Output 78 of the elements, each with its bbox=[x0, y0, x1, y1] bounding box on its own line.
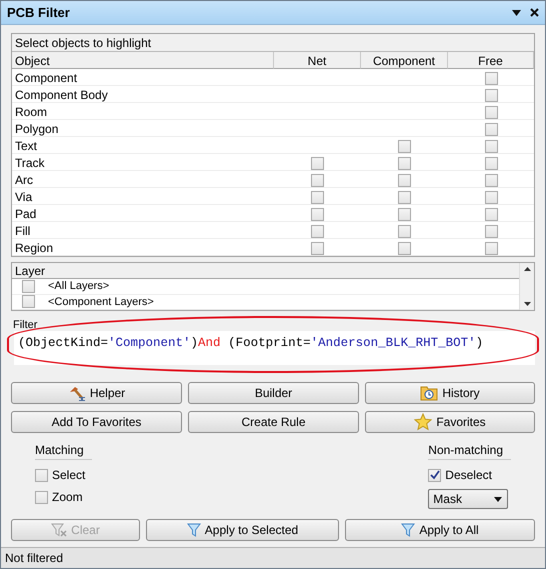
scroll-up-icon[interactable] bbox=[524, 267, 530, 271]
column-header: Object bbox=[12, 52, 274, 69]
panel-button[interactable]: Helper bbox=[11, 382, 182, 404]
column-header: Free bbox=[448, 52, 534, 69]
window-title: PCB Filter bbox=[7, 5, 71, 20]
object-name: Component Body bbox=[14, 87, 109, 104]
object-name: Room bbox=[14, 104, 48, 121]
caret-icon bbox=[494, 496, 502, 502]
object-name: Track bbox=[14, 155, 46, 172]
checkbox[interactable] bbox=[22, 280, 35, 293]
object-name: Fill bbox=[14, 223, 32, 240]
scrollbar[interactable] bbox=[519, 263, 534, 310]
option-label: Deselect bbox=[445, 468, 492, 482]
panel-button[interactable]: Add To Favorites bbox=[11, 411, 182, 433]
checkbox[interactable] bbox=[398, 208, 411, 220]
checkbox[interactable] bbox=[484, 122, 498, 136]
layer-name: <All Layers> bbox=[48, 280, 110, 292]
checkbox[interactable] bbox=[311, 190, 324, 204]
checkbox[interactable] bbox=[311, 242, 324, 254]
filter-icon bbox=[186, 523, 201, 537]
checkbox[interactable] bbox=[398, 174, 411, 186]
clear-filter-icon bbox=[51, 523, 68, 537]
group-title: Matching bbox=[35, 443, 92, 460]
action-button[interactable]: Apply to All bbox=[345, 519, 535, 541]
filter-expression[interactable]: (ObjectKind='Component')And (Footprint='Anderson_BLK_RHT_BOT') bbox=[14, 331, 535, 365]
object-name: Region bbox=[14, 240, 54, 257]
checkbox[interactable] bbox=[35, 468, 48, 482]
checkbox[interactable] bbox=[398, 224, 411, 238]
checkbox[interactable] bbox=[484, 72, 498, 84]
checkbox[interactable] bbox=[398, 190, 411, 204]
checkbox[interactable] bbox=[484, 156, 498, 170]
panel-button[interactable]: History bbox=[365, 382, 535, 404]
checkbox[interactable] bbox=[311, 224, 324, 238]
object-name: Via bbox=[14, 189, 34, 206]
checkbox[interactable] bbox=[35, 490, 48, 504]
checkbox[interactable] bbox=[484, 140, 498, 152]
checkbox[interactable] bbox=[398, 242, 411, 254]
panel-button[interactable]: Favorites bbox=[365, 411, 535, 433]
checkbox[interactable] bbox=[311, 208, 324, 220]
checkbox[interactable] bbox=[484, 190, 498, 204]
checkbox[interactable] bbox=[428, 468, 442, 482]
close-icon[interactable] bbox=[530, 8, 539, 17]
column-header: Component bbox=[361, 52, 448, 69]
option-label: Zoom bbox=[52, 490, 83, 504]
status-bar: Not filtered bbox=[1, 547, 545, 568]
dropdown-icon[interactable] bbox=[512, 10, 521, 16]
column-header: Layer bbox=[12, 263, 519, 279]
object-name: Arc bbox=[14, 172, 34, 189]
object-name: Text bbox=[14, 138, 38, 155]
object-name: Pad bbox=[14, 206, 38, 223]
panel-button[interactable]: Builder bbox=[188, 382, 359, 404]
object-name: Polygon bbox=[14, 121, 60, 138]
group-title: Non-matching bbox=[428, 443, 511, 460]
checkbox[interactable] bbox=[484, 224, 498, 238]
filter-icon bbox=[401, 523, 416, 537]
column-header: Net bbox=[274, 52, 361, 69]
folder-clock-icon bbox=[420, 385, 438, 401]
option-label: Select bbox=[52, 468, 86, 482]
hammer-icon bbox=[68, 384, 86, 402]
checkbox[interactable] bbox=[398, 140, 411, 152]
checkbox[interactable] bbox=[484, 208, 498, 220]
checkbox[interactable] bbox=[484, 88, 498, 102]
checkbox[interactable] bbox=[484, 106, 498, 118]
checkbox[interactable] bbox=[22, 295, 35, 308]
checkbox[interactable] bbox=[311, 156, 324, 170]
star-icon bbox=[414, 413, 432, 431]
layer-name: <Component Layers> bbox=[48, 296, 154, 308]
mode-dropdown[interactable]: Mask bbox=[428, 489, 508, 509]
checkbox[interactable] bbox=[398, 156, 411, 170]
action-button[interactable]: Apply to Selected bbox=[146, 519, 339, 541]
panel-button[interactable]: Create Rule bbox=[188, 411, 359, 433]
checkbox[interactable] bbox=[484, 242, 498, 254]
object-name: Component bbox=[14, 70, 78, 87]
scroll-down-icon[interactable] bbox=[524, 302, 530, 306]
filter-label: Filter bbox=[12, 319, 38, 331]
table-title: Select objects to highlight bbox=[12, 34, 534, 52]
checkbox[interactable] bbox=[311, 174, 324, 186]
checkbox[interactable] bbox=[484, 174, 498, 186]
